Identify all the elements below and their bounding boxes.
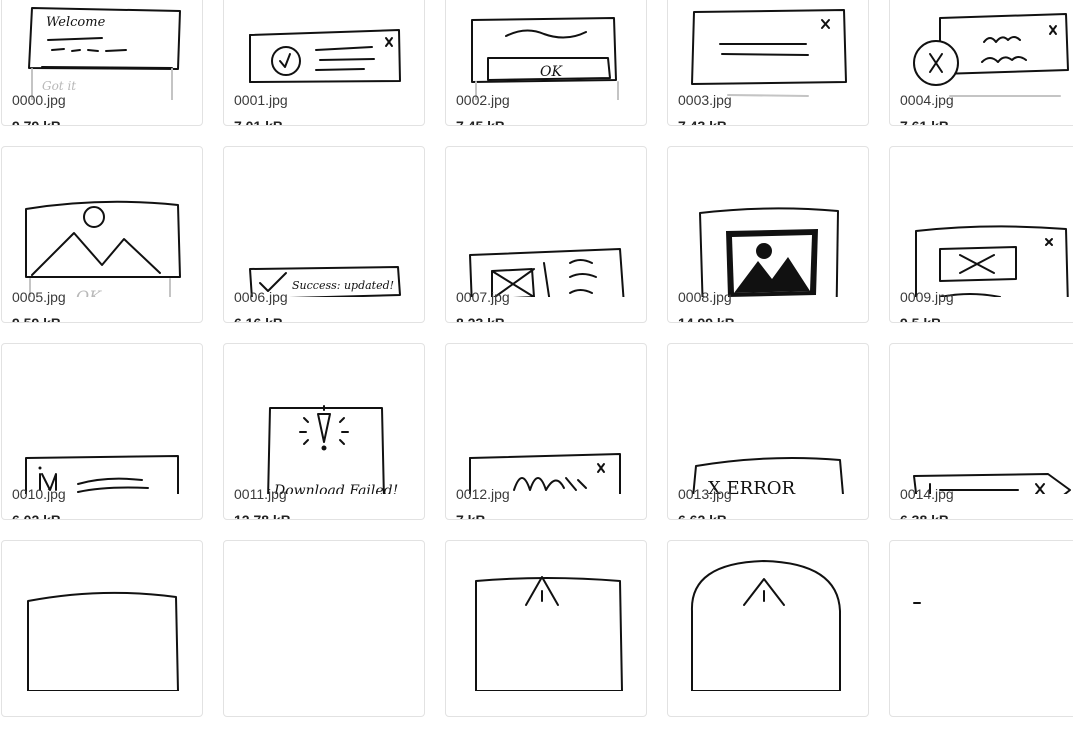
file-card[interactable]: OK 0002.jpg 7.45 kB bbox=[445, 0, 647, 126]
file-name: 0009.jpg bbox=[900, 289, 954, 305]
file-size: 9.79 kB bbox=[12, 118, 62, 126]
sketch-thumbnail: OK bbox=[446, 0, 646, 100]
file-card[interactable]: 0012.jpg 7 kB bbox=[445, 343, 647, 520]
file-card[interactable] bbox=[889, 540, 1073, 717]
file-name: 0012.jpg bbox=[456, 486, 510, 502]
file-size: 8.23 kB bbox=[456, 315, 506, 323]
sketch-thumbnail bbox=[890, 344, 1073, 494]
file-card[interactable]: Download Failed! 0011.jpg 12.78 kB bbox=[223, 343, 425, 520]
sketch-text-faded: Got it bbox=[42, 79, 76, 93]
file-size: 6.02 kB bbox=[12, 512, 62, 520]
file-grid: Welcome Got it 0000.jpg 9.79 kB 0001.jpg… bbox=[1, 0, 1073, 737]
file-name: 0013.jpg bbox=[678, 486, 732, 502]
sketch-thumbnail bbox=[2, 344, 202, 494]
file-size: 12.78 kB bbox=[234, 512, 291, 520]
sketch-thumbnail bbox=[446, 147, 646, 297]
sketch-thumbnail: Welcome Got it bbox=[2, 0, 202, 100]
file-size: 7.43 kB bbox=[678, 118, 728, 126]
file-card[interactable]: X ERROR 0013.jpg 6.62 kB bbox=[667, 343, 869, 520]
file-card[interactable]: 0001.jpg 7.01 kB bbox=[223, 0, 425, 126]
file-name: 0004.jpg bbox=[900, 92, 954, 108]
sketch-text: Welcome bbox=[46, 15, 106, 30]
sketch-text: Download Failed! bbox=[273, 483, 398, 494]
sketch-thumbnail bbox=[224, 0, 424, 100]
file-name: 0014.jpg bbox=[900, 486, 954, 502]
file-size: 7 kB bbox=[456, 512, 486, 520]
file-size: 7.01 kB bbox=[234, 118, 284, 126]
sketch-text-faded: OK bbox=[76, 287, 102, 297]
file-size: 7.61 kB bbox=[900, 118, 950, 126]
file-name: 0001.jpg bbox=[234, 92, 288, 108]
file-card[interactable]: Success: updated! 0006.jpg 6.16 kB bbox=[223, 146, 425, 323]
sketch-thumbnail bbox=[890, 147, 1073, 297]
file-name: 0003.jpg bbox=[678, 92, 732, 108]
file-name: 0000.jpg bbox=[12, 92, 66, 108]
sketch-thumbnail: OK bbox=[2, 147, 202, 297]
sketch-thumbnail bbox=[668, 541, 868, 691]
file-size: 7.45 kB bbox=[456, 118, 506, 126]
file-card[interactable] bbox=[445, 540, 647, 717]
file-card[interactable]: 0009.jpg 9.5 kB bbox=[889, 146, 1073, 323]
file-card[interactable]: 0004.jpg 7.61 kB bbox=[889, 0, 1073, 126]
sketch-thumbnail bbox=[446, 344, 646, 494]
file-card[interactable]: 0007.jpg 8.23 kB bbox=[445, 146, 647, 323]
file-name: 0006.jpg bbox=[234, 289, 288, 305]
file-name: 0007.jpg bbox=[456, 289, 510, 305]
sketch-text: Success: updated! bbox=[292, 279, 394, 292]
file-size: 9.59 kB bbox=[12, 315, 62, 323]
file-size: 9.5 kB bbox=[900, 315, 942, 323]
sketch-thumbnail bbox=[2, 541, 202, 691]
file-size: 6.62 kB bbox=[678, 512, 728, 520]
sketch-thumbnail bbox=[668, 147, 868, 297]
sketch-thumbnail bbox=[890, 0, 1073, 100]
file-card[interactable] bbox=[1, 540, 203, 717]
file-name: 0011.jpg bbox=[234, 486, 287, 502]
sketch-thumbnail bbox=[224, 541, 424, 691]
file-card[interactable]: 0003.jpg 7.43 kB bbox=[667, 0, 869, 126]
sketch-thumbnail bbox=[446, 541, 646, 691]
file-size: 6.16 kB bbox=[234, 315, 284, 323]
file-card[interactable]: Welcome Got it 0000.jpg 9.79 kB bbox=[1, 0, 203, 126]
sketch-text: OK bbox=[540, 64, 563, 80]
file-name: 0005.jpg bbox=[12, 289, 66, 305]
file-name: 0002.jpg bbox=[456, 92, 510, 108]
file-card[interactable]: OK 0005.jpg 9.59 kB bbox=[1, 146, 203, 323]
sketch-thumbnail bbox=[668, 0, 868, 100]
file-card[interactable]: 0008.jpg 14.99 kB bbox=[667, 146, 869, 323]
file-card[interactable]: 0010.jpg 6.02 kB bbox=[1, 343, 203, 520]
sketch-thumbnail: Download Failed! bbox=[224, 344, 424, 494]
file-name: 0008.jpg bbox=[678, 289, 732, 305]
sketch-thumbnail: X ERROR bbox=[668, 344, 868, 494]
file-card[interactable]: 0014.jpg 6.38 kB bbox=[889, 343, 1073, 520]
file-name: 0010.jpg bbox=[12, 486, 66, 502]
file-card[interactable] bbox=[223, 540, 425, 717]
sketch-thumbnail: Success: updated! bbox=[224, 147, 424, 297]
file-size: 14.99 kB bbox=[678, 315, 735, 323]
file-card[interactable] bbox=[667, 540, 869, 717]
sketch-thumbnail bbox=[890, 541, 1073, 691]
file-size: 6.38 kB bbox=[900, 512, 950, 520]
